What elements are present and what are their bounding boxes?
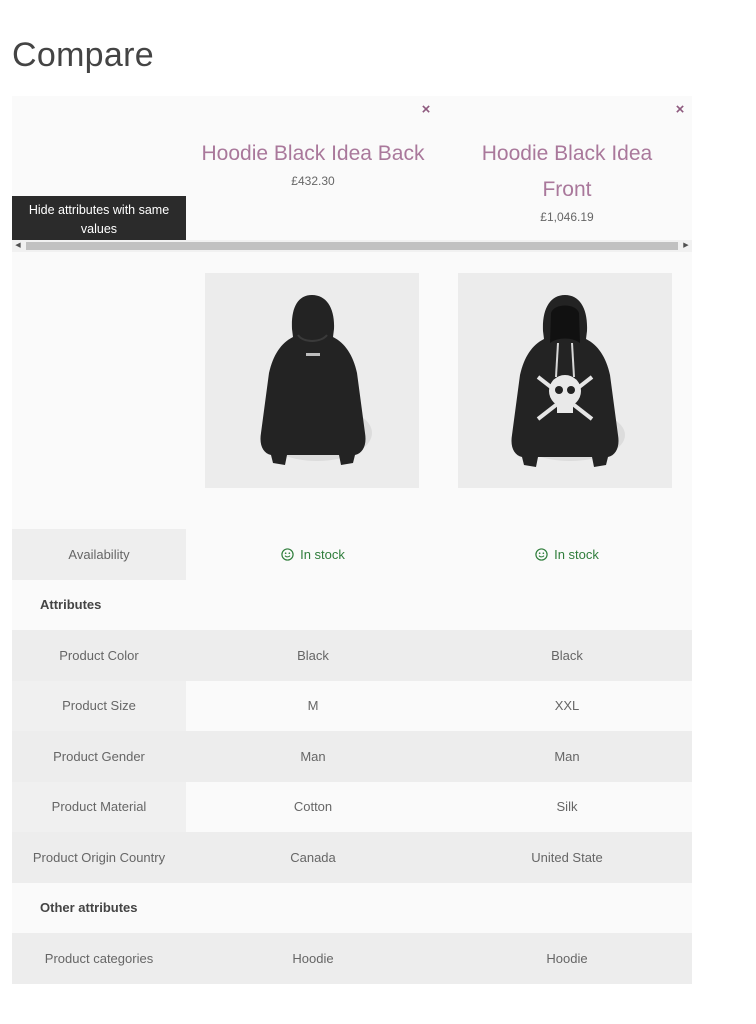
product-gender-value-2: Man — [554, 748, 580, 764]
product-origin-label: Product Origin Country — [12, 832, 186, 883]
availability-label: Availability — [12, 529, 186, 580]
product-1-name[interactable]: Hoodie Black Idea Back — [186, 136, 440, 172]
product-size-value-2: XXL — [554, 698, 580, 714]
scroll-thumb[interactable] — [26, 242, 678, 250]
hoodie-front-image[interactable] — [458, 273, 672, 488]
compare-table: × × Hoodie Black Idea Back £432.30 Hoodi… — [12, 96, 692, 984]
product-2-name-line2: Front — [542, 178, 592, 201]
remove-product-1-icon[interactable]: × — [418, 102, 434, 118]
page-title: Compare — [12, 36, 154, 74]
product-material-label: Product Material — [12, 781, 186, 832]
attributes-heading: Attributes — [12, 579, 186, 630]
availability-value-1: In stock — [186, 529, 440, 580]
scroll-right-icon[interactable]: ▶ — [680, 240, 692, 252]
product-2-header: Hoodie Black Idea Front £1,046.19 — [440, 136, 694, 224]
scroll-left-icon[interactable]: ◀ — [12, 240, 24, 252]
hoodie-back-icon — [260, 295, 372, 465]
attributes-section-row: Attributes — [12, 579, 692, 630]
availability-row: Availability In stock In stock — [12, 529, 692, 580]
product-gender-row: Product Gender Man Man — [12, 731, 692, 782]
smile-icon — [535, 548, 548, 561]
product-1-price: £432.30 — [291, 174, 335, 188]
product-images-row — [12, 252, 692, 529]
product-material-value-1: Cotton — [293, 799, 333, 815]
product-1-header: Hoodie Black Idea Back £432.30 — [186, 136, 440, 188]
horizontal-scrollbar[interactable]: ◀ ▶ — [12, 240, 692, 252]
availability-value-2: In stock — [440, 529, 694, 580]
other-attributes-heading: Other attributes — [12, 882, 186, 933]
product-categories-label: Product categories — [12, 933, 186, 984]
product-2-name[interactable]: Hoodie Black Idea Front — [440, 136, 694, 208]
compare-header: × × Hoodie Black Idea Back £432.30 Hoodi… — [12, 96, 692, 240]
product-2-price: £1,046.19 — [540, 210, 594, 224]
product-categories-value-2: Hoodie — [546, 950, 588, 966]
product-2-name-line1: Hoodie Black Idea — [481, 142, 653, 165]
product-gender-label: Product Gender — [12, 731, 186, 782]
hide-same-attributes-button[interactable]: Hide attributes with same values — [12, 196, 186, 240]
product-material-value-2: Silk — [556, 799, 578, 815]
product-color-row: Product Color Black Black — [12, 630, 692, 681]
product-material-row: Product Material Cotton Silk — [12, 781, 692, 832]
hoodie-front-icon — [511, 295, 625, 467]
product-color-value-2: Black — [551, 647, 583, 663]
product-color-label: Product Color — [12, 630, 186, 681]
product-size-row: Product Size M XXL — [12, 680, 692, 731]
stock-status: In stock — [300, 546, 345, 562]
product-gender-value-1: Man — [300, 748, 326, 764]
product-color-value-1: Black — [297, 647, 329, 663]
product-categories-value-1: Hoodie — [292, 950, 334, 966]
smile-icon — [281, 548, 294, 561]
product-origin-value-2: United State — [531, 849, 603, 865]
hoodie-back-image[interactable] — [205, 273, 419, 488]
remove-product-2-icon[interactable]: × — [672, 102, 688, 118]
product-size-label: Product Size — [12, 680, 186, 731]
product-size-value-1: M — [307, 698, 319, 714]
product-origin-value-1: Canada — [290, 849, 336, 865]
product-origin-row: Product Origin Country Canada United Sta… — [12, 832, 692, 883]
stock-status: In stock — [554, 546, 599, 562]
product-categories-row: Product categories Hoodie Hoodie — [12, 933, 692, 984]
other-attributes-section-row: Other attributes — [12, 882, 692, 933]
